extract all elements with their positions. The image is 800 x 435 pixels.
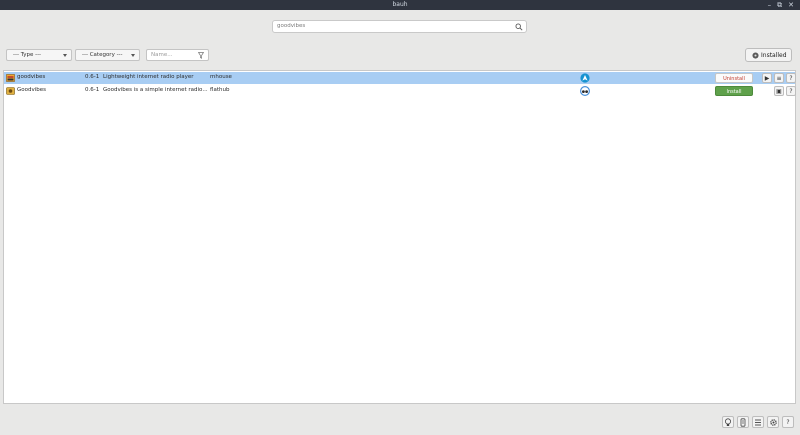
title-bar: bauh – ⧉ ✕: [0, 0, 800, 10]
window-controls: – ⧉ ✕: [768, 0, 794, 10]
package-repository: mhouse: [210, 74, 232, 80]
search-input[interactable]: goodvibes: [272, 20, 527, 33]
category-filter-dropdown[interactable]: --- Category ---: [75, 49, 140, 61]
updates-button[interactable]: [737, 416, 749, 428]
filter-icon: [198, 52, 204, 59]
help-button[interactable]: ?: [786, 73, 796, 83]
package-version: 0.6-1: [85, 74, 100, 80]
type-filter-label: --- Type ---: [13, 52, 42, 58]
suggestions-button[interactable]: [722, 416, 734, 428]
close-button[interactable]: ✕: [788, 0, 794, 10]
search-value: goodvibes: [277, 23, 306, 29]
table-row[interactable]: goodvibes 0.6-1 Lightweight internet rad…: [4, 72, 796, 84]
installed-button[interactable]: Installed: [745, 48, 792, 62]
lightbulb-icon: [725, 418, 731, 426]
category-filter-label: --- Category ---: [82, 52, 123, 58]
name-filter-input[interactable]: Name...: [146, 49, 209, 61]
refresh-icon: [740, 418, 746, 427]
menu-button[interactable]: [752, 416, 764, 428]
run-button[interactable]: ▶: [762, 73, 772, 83]
package-description: Lightweight internet radio player: [103, 74, 194, 80]
installed-button-label: Installed: [761, 52, 787, 59]
minimize-button[interactable]: –: [768, 0, 772, 10]
window-title: bauh: [392, 1, 408, 8]
screenshot-button[interactable]: ▣: [774, 86, 784, 96]
gear-icon: [769, 419, 777, 426]
maximize-button[interactable]: ⧉: [777, 0, 782, 10]
settings-button[interactable]: [767, 416, 779, 428]
about-button[interactable]: ?: [782, 416, 794, 428]
search-icon[interactable]: [515, 23, 523, 31]
type-filter-dropdown[interactable]: --- Type ---: [6, 49, 72, 61]
info-button[interactable]: ≡: [774, 73, 784, 83]
help-button[interactable]: ?: [786, 86, 796, 96]
arch-linux-icon: [580, 73, 590, 83]
chevron-down-icon: [63, 54, 67, 57]
package-name: Goodvibes: [17, 87, 47, 93]
uninstall-button[interactable]: Uninstall: [715, 73, 753, 83]
package-version: 0.6-1: [85, 87, 100, 93]
package-icon: [6, 87, 15, 95]
table-row[interactable]: Goodvibes 0.6-1 Goodvibes is a simple in…: [4, 85, 796, 97]
package-description: Goodvibes is a simple internet radio...: [103, 87, 208, 93]
package-repository: flathub: [210, 87, 230, 93]
disk-icon: [752, 52, 759, 59]
install-button[interactable]: Install: [715, 86, 753, 96]
flathub-icon: [580, 86, 590, 96]
chevron-down-icon: [131, 54, 135, 57]
package-name: goodvibes: [17, 74, 46, 80]
package-icon: [6, 74, 15, 82]
package-table: goodvibes 0.6-1 Lightweight internet rad…: [3, 70, 796, 404]
hamburger-menu-icon: [755, 419, 761, 426]
name-filter-placeholder: Name...: [151, 52, 173, 58]
